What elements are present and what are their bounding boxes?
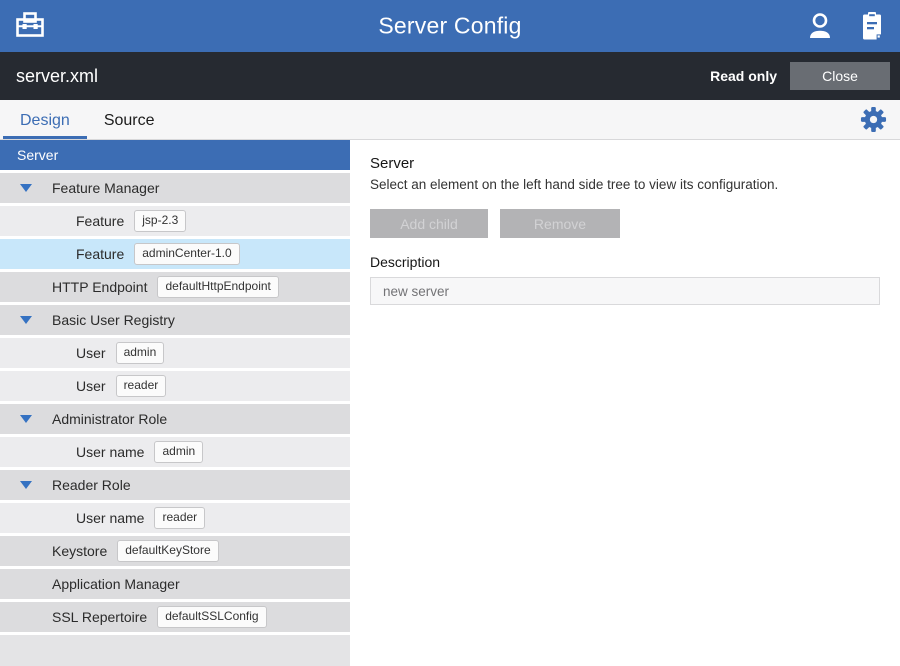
tree-row[interactable]: Reader Role xyxy=(0,470,350,500)
config-tree: Server Feature Manager Feature jsp-2.3 F… xyxy=(0,140,350,666)
tree-row-value-badge: adminCenter-1.0 xyxy=(134,243,239,264)
description-input[interactable] xyxy=(370,277,880,305)
tree-root-server[interactable]: Server xyxy=(0,140,350,170)
collapse-caret-icon[interactable] xyxy=(20,415,32,423)
tree-row[interactable]: Basic User Registry xyxy=(0,305,350,335)
page-title: Server Config xyxy=(0,13,900,40)
description-label: Description xyxy=(370,254,880,270)
collapse-caret-icon[interactable] xyxy=(20,316,32,324)
tree-row-label: Application Manager xyxy=(52,576,180,592)
tree-row[interactable]: HTTP Endpoint defaultHttpEndpoint xyxy=(0,272,350,302)
tree-row-label: Feature Manager xyxy=(52,180,159,196)
tree-row[interactable]: User name admin xyxy=(0,437,350,467)
tree-row-value-badge: reader xyxy=(116,375,167,396)
tab-design[interactable]: Design xyxy=(3,112,87,139)
tree-row-label: User name xyxy=(76,444,144,460)
tree-row[interactable]: Administrator Role xyxy=(0,404,350,434)
tree-row[interactable]: Keystore defaultKeyStore xyxy=(0,536,350,566)
tree-row-value-badge: admin xyxy=(116,342,165,363)
tree-row[interactable]: User reader xyxy=(0,371,350,401)
content-area: Server Feature Manager Feature jsp-2.3 F… xyxy=(0,140,900,666)
tree-row-value-badge: defaultKeyStore xyxy=(117,540,218,561)
detail-instruction: Select an element on the left hand side … xyxy=(370,177,880,192)
tree-row-value-badge: reader xyxy=(154,507,205,528)
header-actions xyxy=(804,10,888,42)
clipboard-icon[interactable] xyxy=(856,10,888,42)
tree-row-label: SSL Repertoire xyxy=(52,609,147,625)
add-child-button[interactable]: Add child xyxy=(370,209,488,238)
tree-row-value-badge: defaultSSLConfig xyxy=(157,606,266,627)
close-button[interactable]: Close xyxy=(790,62,890,90)
tree-row-label: Keystore xyxy=(52,543,107,559)
detail-panel: Server Select an element on the left han… xyxy=(350,140,900,666)
tree-row-value-badge: defaultHttpEndpoint xyxy=(157,276,278,297)
tab-source[interactable]: Source xyxy=(87,112,172,139)
tree-row-label: User name xyxy=(76,510,144,526)
file-name: server.xml xyxy=(16,66,98,87)
tree-rows: Feature Manager Feature jsp-2.3 Feature … xyxy=(0,173,350,632)
tree-row[interactable]: SSL Repertoire defaultSSLConfig xyxy=(0,602,350,632)
file-bar: server.xml Read only Close xyxy=(0,52,900,100)
tree-empty-row xyxy=(0,635,350,666)
collapse-caret-icon[interactable] xyxy=(20,184,32,192)
tree-row-label: User xyxy=(76,345,106,361)
tree-row[interactable]: Feature jsp-2.3 xyxy=(0,206,350,236)
tree-row-label: User xyxy=(76,378,106,394)
tree-row[interactable]: User name reader xyxy=(0,503,350,533)
read-only-label: Read only xyxy=(710,68,777,84)
gear-icon[interactable] xyxy=(860,106,887,133)
tree-row[interactable]: User admin xyxy=(0,338,350,368)
server-config-app: Server Config xyxy=(0,0,900,666)
remove-button[interactable]: Remove xyxy=(500,209,620,238)
tree-row-value-badge: admin xyxy=(154,441,203,462)
tab-bar: Design Source xyxy=(0,100,900,140)
tree-row-label: Basic User Registry xyxy=(52,312,175,328)
collapse-caret-icon[interactable] xyxy=(20,481,32,489)
detail-heading: Server xyxy=(370,155,880,172)
user-icon[interactable] xyxy=(804,10,836,42)
tree-row[interactable]: Application Manager xyxy=(0,569,350,599)
tree-row-label: Feature xyxy=(76,246,124,262)
app-header: Server Config xyxy=(0,0,900,52)
tree-row-label: Reader Role xyxy=(52,477,131,493)
tree-row-value-badge: jsp-2.3 xyxy=(134,210,186,231)
tree-row-label: Feature xyxy=(76,213,124,229)
tree-row-label: HTTP Endpoint xyxy=(52,279,147,295)
tree-row-label: Administrator Role xyxy=(52,411,167,427)
tree-row[interactable]: Feature Manager xyxy=(0,173,350,203)
tree-row[interactable]: Feature adminCenter-1.0 xyxy=(0,239,350,269)
